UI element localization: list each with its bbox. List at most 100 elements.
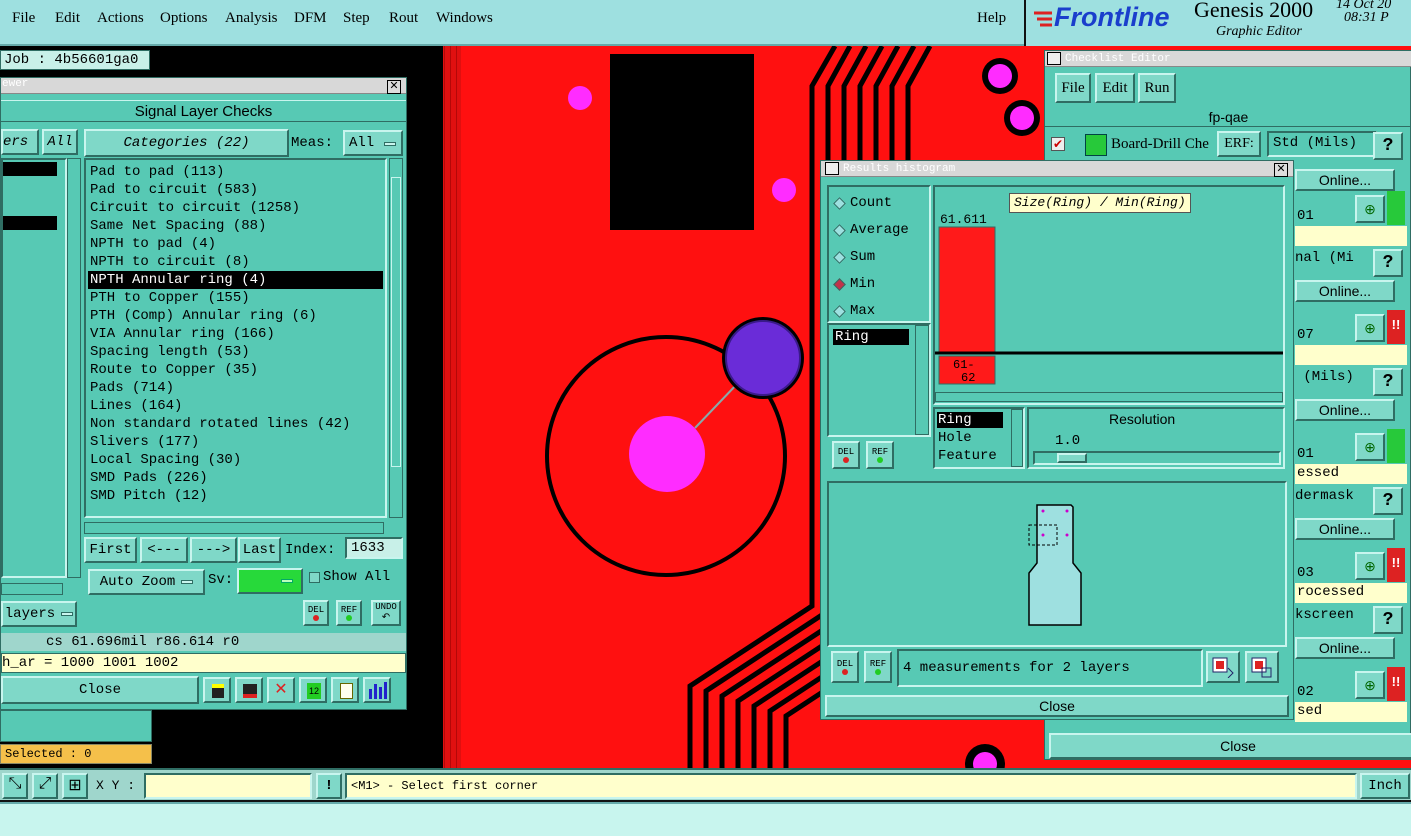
menu-analysis[interactable]: Analysis: [225, 10, 278, 27]
categories-hscrollbar[interactable]: [84, 522, 384, 534]
category-item[interactable]: VIA Annular ring (166): [88, 325, 383, 343]
axis-option-feature[interactable]: Feature: [937, 448, 997, 464]
checklist-menu-run[interactable]: Run: [1138, 73, 1176, 103]
document-icon[interactable]: [331, 677, 359, 703]
zoom-icon[interactable]: ⊕: [1355, 671, 1385, 699]
xy-input[interactable]: [144, 773, 312, 799]
menu-dfm[interactable]: DFM: [294, 10, 327, 27]
menu-windows[interactable]: Windows: [436, 10, 493, 27]
hist-del-button[interactable]: DEL: [832, 441, 860, 469]
select-tool-icon[interactable]: ⤡: [2, 773, 28, 799]
category-item[interactable]: Route to Copper (35): [88, 361, 383, 379]
online-button[interactable]: Online...: [1295, 399, 1395, 421]
measure-tool-icon[interactable]: ⤢: [32, 773, 58, 799]
mode-radio-count[interactable]: Count: [833, 193, 892, 213]
layer-list-scrollbar[interactable]: [67, 158, 81, 578]
mode-radio-sum[interactable]: Sum: [833, 247, 875, 267]
mode-radio-min[interactable]: Min: [833, 274, 875, 294]
show-all-checkbox[interactable]: [309, 572, 320, 583]
light-icon[interactable]: [203, 677, 231, 703]
attribute-list-scrollbar[interactable]: [915, 325, 929, 435]
category-item[interactable]: Pad to pad (113): [88, 163, 383, 181]
online-button[interactable]: Online...: [1295, 637, 1395, 659]
sv-color-select[interactable]: [237, 568, 303, 594]
preview-del-button[interactable]: DEL: [831, 651, 859, 683]
preview-ref-button[interactable]: REF: [864, 651, 892, 683]
menu-edit[interactable]: Edit: [55, 10, 80, 27]
axis-option-scrollbar[interactable]: [1011, 409, 1023, 467]
undo-button[interactable]: UNDO ↶: [371, 600, 401, 626]
category-item[interactable]: Local Spacing (30): [88, 451, 383, 469]
menu-file[interactable]: File: [12, 10, 35, 27]
category-item[interactable]: Pads (714): [88, 379, 383, 397]
online-button[interactable]: Online...: [1295, 280, 1395, 302]
layer-hscrollbar[interactable]: [1, 583, 63, 595]
compare-icon[interactable]: 12: [299, 677, 327, 703]
category-item[interactable]: Lines (164): [88, 397, 383, 415]
window-menu-icon[interactable]: [1047, 52, 1061, 65]
del-button[interactable]: DEL: [303, 600, 329, 626]
axis-option-list[interactable]: Ring Hole Feature: [933, 407, 1025, 469]
menu-options[interactable]: Options: [160, 10, 208, 27]
delete-report-icon[interactable]: ✕: [267, 677, 295, 703]
layer-list-row-selected[interactable]: [3, 216, 57, 230]
category-item[interactable]: PTH to Copper (155): [88, 289, 383, 307]
checklist-close-button[interactable]: Close: [1049, 733, 1411, 759]
category-item[interactable]: Same Net Spacing (88): [88, 217, 383, 235]
categories-list[interactable]: Pad to pad (113) Pad to circuit (583) Circ…: [84, 158, 387, 518]
category-item[interactable]: NPTH Annular ring (4): [88, 271, 383, 289]
help-button[interactable]: ?: [1373, 132, 1403, 160]
layers-select[interactable]: layers: [1, 601, 77, 627]
mode-radio-average[interactable]: Average: [833, 220, 909, 240]
axis-option-hole[interactable]: Hole: [937, 430, 972, 446]
help-button[interactable]: ?: [1373, 368, 1403, 396]
help-button[interactable]: ?: [1373, 249, 1403, 277]
category-item[interactable]: Pad to circuit (583): [88, 181, 383, 199]
category-item[interactable]: Spacing length (53): [88, 343, 383, 361]
resolution-slider-handle[interactable]: [1057, 453, 1087, 463]
menu-actions[interactable]: Actions: [97, 10, 144, 27]
chart-hscrollbar[interactable]: [935, 392, 1283, 402]
menu-help[interactable]: Help: [977, 10, 1006, 27]
next-button[interactable]: --->: [190, 537, 237, 563]
histogram-chart[interactable]: Size(Ring) / Min(Ring) 61.611 61- 62: [933, 185, 1285, 405]
layer-list-row-selected[interactable]: [3, 162, 57, 176]
auto-zoom-select[interactable]: Auto Zoom: [88, 569, 205, 595]
categories-scrollbar[interactable]: [389, 158, 403, 518]
help-button[interactable]: ?: [1373, 606, 1403, 634]
category-item[interactable]: PTH (Comp) Annular ring (6): [88, 307, 383, 325]
menu-rout[interactable]: Rout: [389, 10, 418, 27]
checklist-menu-file[interactable]: File: [1055, 73, 1091, 103]
window-menu-icon[interactable]: [825, 162, 839, 175]
grid-tool-icon[interactable]: ⊞: [62, 773, 88, 799]
online-button[interactable]: Online...: [1295, 518, 1395, 540]
axis-option-ring[interactable]: Ring: [937, 412, 1003, 428]
zoom-icon[interactable]: ⊕: [1355, 433, 1385, 461]
index-input[interactable]: 1633: [345, 537, 403, 559]
export-icon[interactable]: [1206, 651, 1240, 683]
histogram-icon[interactable]: [363, 677, 391, 703]
zoom-icon[interactable]: ⊕: [1355, 195, 1385, 223]
histogram-close-icon[interactable]: ✕: [1274, 163, 1288, 177]
category-item[interactable]: SMD Pitch (12): [88, 487, 383, 505]
zoom-icon[interactable]: ⊕: [1355, 314, 1385, 342]
help-button[interactable]: ?: [1373, 487, 1403, 515]
menu-step[interactable]: Step: [343, 10, 370, 27]
last-button[interactable]: Last: [238, 537, 281, 563]
zoom-to-icon[interactable]: [1245, 651, 1279, 683]
viewer-close-icon[interactable]: ✕: [387, 80, 401, 94]
layers-tab[interactable]: ers: [1, 129, 39, 155]
zoom-icon[interactable]: ⊕: [1355, 552, 1385, 580]
ref-button[interactable]: REF: [336, 600, 362, 626]
histogram-bar[interactable]: [938, 226, 996, 353]
checklist-menu-edit[interactable]: Edit: [1095, 73, 1135, 103]
category-item[interactable]: NPTH to circuit (8): [88, 253, 383, 271]
category-item[interactable]: Circuit to circuit (1258): [88, 199, 383, 217]
meas-select[interactable]: All: [343, 130, 403, 156]
viewer-close-button[interactable]: Close: [1, 676, 199, 704]
all-button[interactable]: All: [42, 129, 78, 155]
online-button[interactable]: Online...: [1295, 169, 1395, 191]
category-item[interactable]: Slivers (177): [88, 433, 383, 451]
histogram-close-button[interactable]: Close: [825, 695, 1289, 717]
layer-list[interactable]: [1, 158, 67, 578]
